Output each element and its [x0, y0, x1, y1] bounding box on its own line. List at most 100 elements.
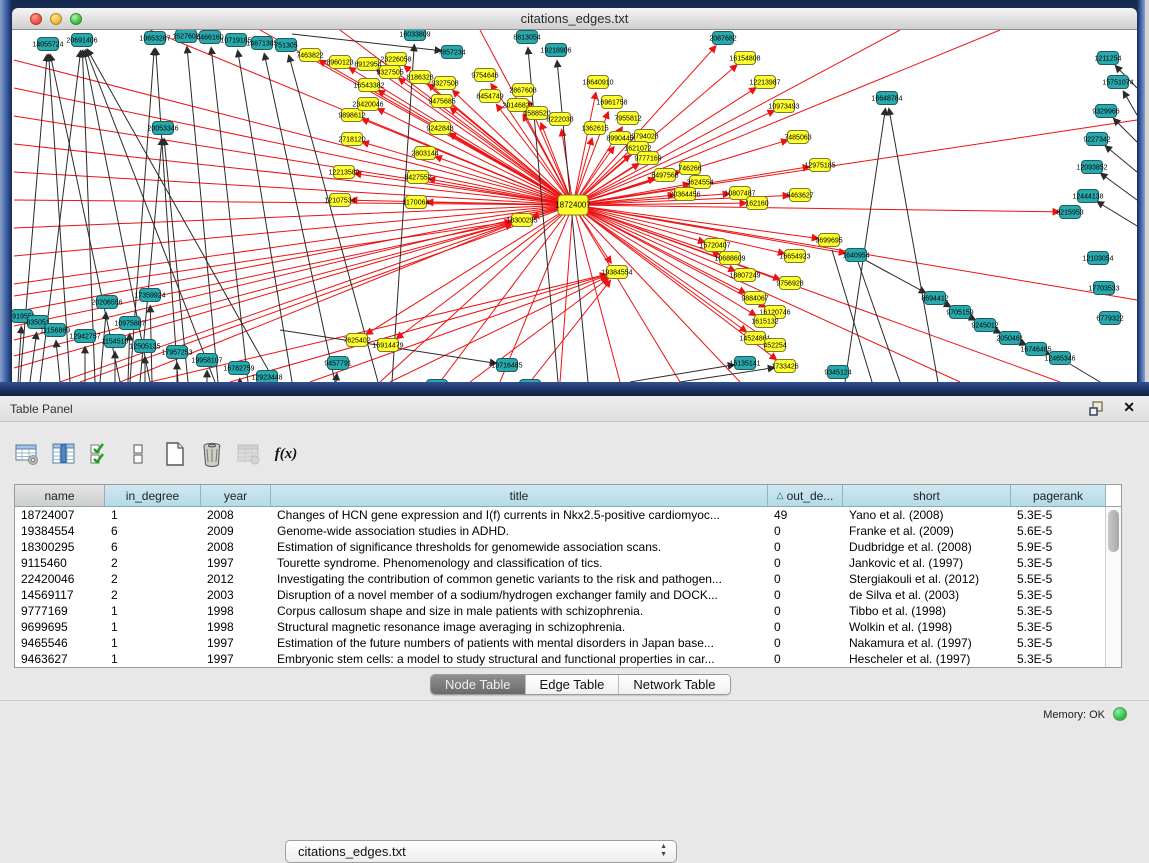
network-node[interactable]: 7625402: [343, 334, 370, 347]
network-node[interactable]: 1211254: [1095, 52, 1122, 65]
network-node[interactable]: 9457791: [324, 357, 351, 370]
network-node[interactable]: 9327508: [431, 77, 458, 90]
network-node[interactable]: 15751074: [1102, 76, 1133, 89]
network-node[interactable]: 14055724: [32, 38, 63, 51]
network-node[interactable]: 2050461: [996, 332, 1023, 345]
network-node[interactable]: 1235416: [516, 380, 543, 383]
table-cell[interactable]: 9463627: [15, 651, 105, 667]
network-node[interactable]: 9705159: [946, 306, 973, 319]
network-node[interactable]: 2087682: [709, 32, 736, 45]
network-node[interactable]: 8813054: [513, 31, 540, 44]
table-cell[interactable]: 2008: [201, 539, 271, 555]
network-node[interactable]: 20053346: [147, 122, 178, 135]
table-cell[interactable]: 5.3E-5: [1011, 555, 1106, 571]
window-titlebar[interactable]: citations_edges.txt: [12, 8, 1137, 30]
network-node[interactable]: 9884067: [741, 292, 768, 305]
network-node[interactable]: 9777169: [634, 152, 661, 165]
network-node[interactable]: 19384554: [601, 266, 632, 279]
network-node[interactable]: 10688609: [714, 252, 745, 265]
table-cell[interactable]: 6: [105, 523, 201, 539]
table-cell[interactable]: 5.3E-5: [1011, 507, 1106, 523]
network-node[interactable]: 7485063: [784, 131, 811, 144]
network-node[interactable]: 1527602: [172, 30, 199, 43]
table-cell[interactable]: 1998: [201, 603, 271, 619]
table-cell[interactable]: 1997: [201, 651, 271, 667]
network-node[interactable]: 9756928: [776, 277, 803, 290]
network-node[interactable]: 1154519: [102, 335, 129, 348]
new-file-icon[interactable]: [162, 440, 188, 468]
table-cell[interactable]: Jankovic et al. (1997): [843, 555, 1011, 571]
memory-status-indicator[interactable]: [1113, 707, 1127, 721]
table-cell[interactable]: 1: [105, 603, 201, 619]
network-node[interactable]: 19958107: [191, 354, 222, 367]
network-node[interactable]: 2803144: [411, 147, 438, 160]
table-cell[interactable]: Structural magnetic resonance image aver…: [271, 619, 768, 635]
network-node[interactable]: 1615132: [751, 315, 778, 328]
table-cell[interactable]: Investigating the contribution of common…: [271, 571, 768, 587]
network-node[interactable]: 11156869: [40, 324, 70, 337]
network-node[interactable]: 8427552: [404, 171, 431, 184]
network-node[interactable]: 2867608: [509, 84, 536, 97]
network-node[interactable]: 14671385: [246, 37, 277, 50]
network-node[interactable]: 9754646: [471, 69, 498, 82]
table-cell[interactable]: 2009: [201, 523, 271, 539]
network-node[interactable]: 8694412: [921, 292, 948, 305]
network-node[interactable]: 6497568: [651, 169, 678, 182]
column-visibility-icon[interactable]: [51, 440, 77, 468]
network-node[interactable]: 12213589: [328, 166, 359, 179]
table-cell[interactable]: 5.3E-5: [1011, 603, 1106, 619]
network-node[interactable]: 9699695: [815, 234, 842, 247]
table-cell[interactable]: 2012: [201, 571, 271, 587]
table-cell[interactable]: 2: [105, 587, 201, 603]
network-node[interactable]: 12093852: [1076, 161, 1107, 174]
network-node[interactable]: 16033809: [399, 30, 430, 41]
table-cell[interactable]: Tourette syndrome. Phenomenology and cla…: [271, 555, 768, 571]
table-row[interactable]: 1872400712008Changes of HCN gene express…: [15, 507, 1121, 523]
table-cell[interactable]: 6: [105, 539, 201, 555]
table-row[interactable]: 977716911998Corpus callosum shape and si…: [15, 603, 1121, 619]
table-cell[interactable]: 0: [768, 651, 843, 667]
table-cell[interactable]: 2008: [201, 507, 271, 523]
network-node[interactable]: 8186328: [406, 71, 433, 84]
network-node[interactable]: 9329966: [1092, 105, 1119, 118]
table-cell[interactable]: 1: [105, 619, 201, 635]
table-cell[interactable]: 1: [105, 651, 201, 667]
network-node[interactable]: 6779322: [1096, 312, 1123, 325]
network-node[interactable]: 9463627: [786, 189, 813, 202]
table-cell[interactable]: 18300295: [15, 539, 105, 555]
table-cell[interactable]: 0: [768, 587, 843, 603]
select-columns-icon[interactable]: [88, 440, 114, 468]
network-node[interactable]: 16154808: [729, 52, 760, 65]
network-node[interactable]: 16648784: [871, 92, 902, 105]
column-header-pagerank[interactable]: pagerank: [1011, 485, 1106, 506]
column-header-title[interactable]: title: [271, 485, 768, 506]
table-cell[interactable]: 9115460: [15, 555, 105, 571]
table-row[interactable]: 1830029562008Estimation of significance …: [15, 539, 1121, 555]
table-cell[interactable]: 1997: [201, 555, 271, 571]
scrollbar-thumb[interactable]: [1108, 510, 1119, 552]
network-node[interactable]: 9794028: [631, 130, 658, 143]
network-node[interactable]: 9475685: [428, 95, 455, 108]
tab-node-table[interactable]: Node Table: [431, 675, 526, 694]
table-cell[interactable]: 0: [768, 619, 843, 635]
network-node[interactable]: 1733426: [771, 360, 798, 373]
network-node[interactable]: 16543382: [353, 79, 384, 92]
table-cell[interactable]: 5.9E-5: [1011, 539, 1106, 555]
delete-icon[interactable]: [199, 440, 225, 468]
network-node[interactable]: 12103054: [1082, 252, 1113, 265]
table-cell[interactable]: 9777169: [15, 603, 105, 619]
table-cell[interactable]: Tibbo et al. (1998): [843, 603, 1011, 619]
table-settings-icon[interactable]: [14, 440, 40, 468]
table-cell[interactable]: 0: [768, 635, 843, 651]
network-node[interactable]: 16654923: [779, 250, 810, 263]
table-cell[interactable]: 1998: [201, 619, 271, 635]
network-node[interactable]: 1640954: [842, 249, 869, 262]
network-node[interactable]: 12942757: [69, 330, 100, 343]
table-cell[interactable]: 5.6E-5: [1011, 523, 1106, 539]
table-cell[interactable]: 0: [768, 603, 843, 619]
table-cell[interactable]: 2003: [201, 587, 271, 603]
column-header-short[interactable]: short: [843, 485, 1011, 506]
table-cell[interactable]: Yano et al. (2008): [843, 507, 1011, 523]
network-node[interactable]: 9245012: [971, 319, 998, 332]
table-cell[interactable]: Estimation of the future numbers of pati…: [271, 635, 768, 651]
